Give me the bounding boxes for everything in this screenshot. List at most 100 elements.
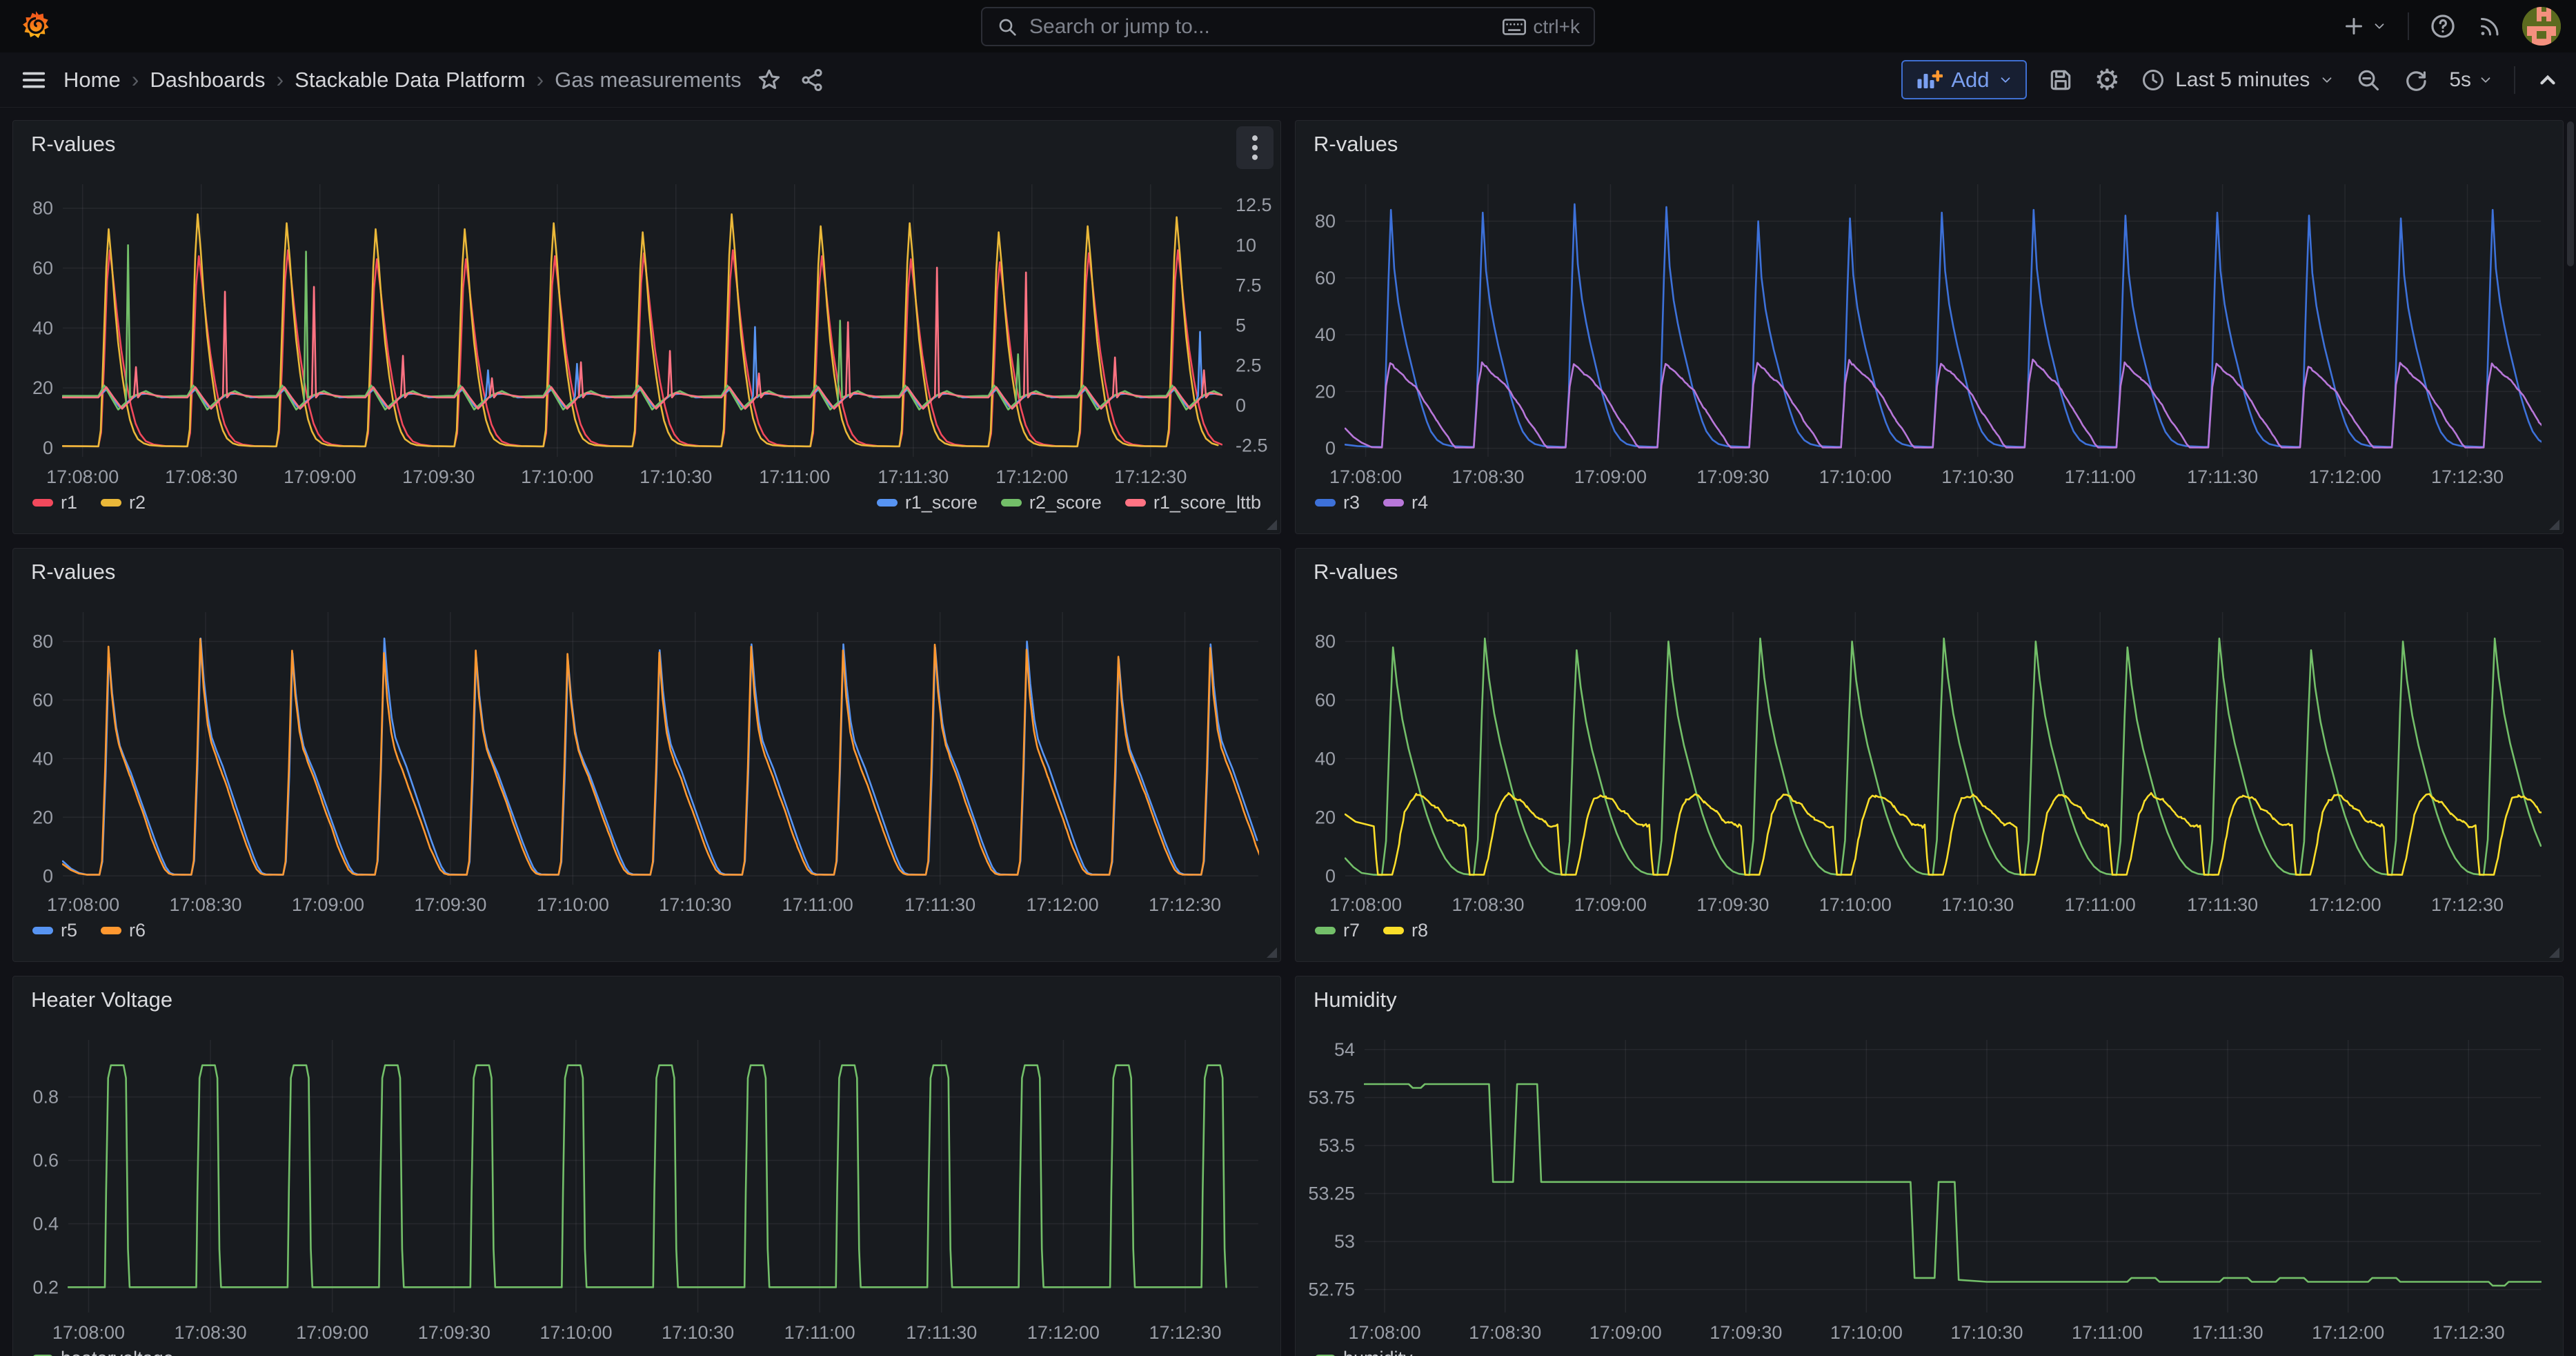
legend-item-r1[interactable]: r1 <box>32 492 77 513</box>
share-icon <box>800 68 824 92</box>
refresh-interval-label: 5s <box>2449 68 2471 92</box>
panel-menu-button[interactable] <box>1236 126 1274 169</box>
svg-text:17:09:00: 17:09:00 <box>1574 466 1647 487</box>
svg-text:17:10:30: 17:10:30 <box>659 894 731 915</box>
svg-text:17:09:00: 17:09:00 <box>1589 1322 1662 1343</box>
chevron-down-icon <box>2319 72 2335 88</box>
panel-title[interactable]: Heater Voltage <box>31 987 172 1012</box>
legend-item-r5[interactable]: r5 <box>32 920 77 941</box>
refresh-interval-picker[interactable]: 5s <box>2449 68 2493 92</box>
svg-text:17:12:00: 17:12:00 <box>2309 894 2381 915</box>
chart-canvas[interactable]: 0.20.40.60.817:08:0017:08:3017:09:0017:0… <box>13 976 1280 1356</box>
legend-item-r6[interactable]: r6 <box>101 920 146 941</box>
legend-swatch <box>1125 499 1146 507</box>
breadcrumb-dashboards[interactable]: Dashboards <box>150 68 265 92</box>
dashboard-settings-button[interactable]: ⚙ <box>2094 66 2121 95</box>
legend-item-heatervoltage[interactable]: heatervoltage <box>32 1348 174 1356</box>
legend-item-r1_score_lttb[interactable]: r1_score_lttb <box>1125 492 1261 513</box>
breadcrumb-home[interactable]: Home <box>63 68 121 92</box>
svg-text:17:11:30: 17:11:30 <box>878 466 949 487</box>
legend-item-r3[interactable]: r3 <box>1315 492 1360 513</box>
add-label: Add <box>1951 68 1989 92</box>
collapse-toolbar-button[interactable] <box>2536 68 2559 92</box>
refresh-button[interactable] <box>2402 67 2428 93</box>
series-group <box>1345 638 2543 875</box>
breadcrumb-separator: › <box>132 67 139 92</box>
time-range-picker[interactable]: Last 5 minutes <box>2141 68 2335 92</box>
legend-label: r1_score <box>905 492 978 513</box>
chart-canvas[interactable]: 52.755353.2553.553.755417:08:0017:08:301… <box>1296 976 2563 1356</box>
legend-label: r7 <box>1343 920 1360 941</box>
legend-label: r2_score <box>1029 492 1102 513</box>
legend-item-r4[interactable]: r4 <box>1383 492 1428 513</box>
news-button[interactable] <box>2477 14 2501 39</box>
series-group <box>1365 1084 2541 1286</box>
panel-title[interactable]: Humidity <box>1314 987 1397 1012</box>
legend-item-r2[interactable]: r2 <box>101 492 146 513</box>
menu-toggle-button[interactable] <box>21 67 47 93</box>
breadcrumb-folder[interactable]: Stackable Data Platform <box>295 68 525 92</box>
favorite-button[interactable] <box>757 68 782 92</box>
zoom-out-button[interactable] <box>2355 67 2381 93</box>
series-line-r5 <box>63 638 1257 874</box>
grid-lines <box>63 184 1222 457</box>
svg-text:20: 20 <box>32 377 53 398</box>
svg-text:17:08:30: 17:08:30 <box>1452 466 1524 487</box>
chart-canvas[interactable]: 02040608017:08:0017:08:3017:09:0017:09:3… <box>1296 549 2563 963</box>
scrollbar-thumb[interactable] <box>2567 121 2574 266</box>
panel-title[interactable]: R-values <box>1314 560 1398 584</box>
search-input[interactable]: Search or jump to... ctrl+k <box>981 7 1595 46</box>
grafana-logo-icon[interactable] <box>18 8 54 44</box>
panel-r-values-3: R-values r5r6 02040608017:08:0017:08:301… <box>12 548 1281 962</box>
legend-item-humidity[interactable]: humidity <box>1315 1348 1413 1356</box>
svg-text:17:11:00: 17:11:00 <box>2065 894 2136 915</box>
series-line-r3 <box>1345 204 2545 447</box>
top-nav: Search or jump to... ctrl+k <box>0 0 2576 52</box>
share-button[interactable] <box>800 68 824 92</box>
panel-title[interactable]: R-values <box>1314 132 1398 157</box>
add-panel-button[interactable]: Add <box>1901 60 2026 99</box>
legend-swatch <box>877 499 898 507</box>
panel-title[interactable]: R-values <box>31 560 115 584</box>
panel-title[interactable]: R-values <box>31 132 115 157</box>
zoom-out-icon <box>2355 67 2381 93</box>
legend-item-r8[interactable]: r8 <box>1383 920 1428 941</box>
breadcrumb-bar: Home › Dashboards › Stackable Data Platf… <box>0 52 2576 108</box>
series-group <box>1345 204 2545 448</box>
panel-r-values-4: R-values r7 r8 02040608017:08:0017:08:301… <box>1295 548 2564 962</box>
svg-text:5: 5 <box>1236 315 1246 335</box>
legend-swatch <box>101 927 121 934</box>
legend-item-r2_score[interactable]: r2_score <box>1001 492 1102 513</box>
legend-item-r1_score[interactable]: r1_score <box>877 492 978 513</box>
legend-swatch <box>32 499 53 507</box>
legend-label: r6 <box>129 920 146 941</box>
chevron-down-icon <box>2372 19 2387 34</box>
chart-canvas[interactable]: 02040608017:08:0017:08:3017:09:0017:09:3… <box>13 549 1280 963</box>
save-dashboard-button[interactable] <box>2048 67 2074 93</box>
new-button[interactable] <box>2341 14 2387 39</box>
svg-text:52.75: 52.75 <box>1308 1279 1355 1300</box>
svg-text:40: 40 <box>1315 748 1336 769</box>
legend-item-r7[interactable]: r7 <box>1315 920 1360 941</box>
avatar[interactable] <box>2522 7 2561 46</box>
panel-r-values-2: R-values r3r4 02040608017:08:0017:08:301… <box>1295 120 2564 534</box>
svg-text:20: 20 <box>1315 381 1336 402</box>
svg-text:17:10:30: 17:10:30 <box>1950 1322 2023 1343</box>
help-button[interactable] <box>2430 13 2456 39</box>
chart-canvas[interactable]: 02040608017:08:0017:08:3017:09:0017:09:3… <box>1296 121 2563 535</box>
svg-text:40: 40 <box>32 317 53 338</box>
add-chart-icon <box>1915 68 1943 92</box>
svg-text:17:11:00: 17:11:00 <box>782 894 853 915</box>
panel-legend: humidity <box>1315 1348 2544 1356</box>
breadcrumb-separator: › <box>536 67 544 92</box>
svg-text:17:10:00: 17:10:00 <box>521 466 593 487</box>
svg-text:20: 20 <box>32 807 53 827</box>
question-circle-icon <box>2430 13 2456 39</box>
chart-canvas[interactable]: 020406080-2.502.557.51012.517:08:0017:08… <box>13 121 1280 535</box>
panel-humidity: Humidity humidity 52.755353.2553.553.755… <box>1295 976 2564 1356</box>
svg-text:17:12:00: 17:12:00 <box>2312 1322 2384 1343</box>
svg-text:0: 0 <box>43 865 53 886</box>
svg-text:17:09:00: 17:09:00 <box>296 1322 368 1343</box>
search-icon <box>996 16 1018 38</box>
svg-text:17:08:30: 17:08:30 <box>1469 1322 1541 1343</box>
